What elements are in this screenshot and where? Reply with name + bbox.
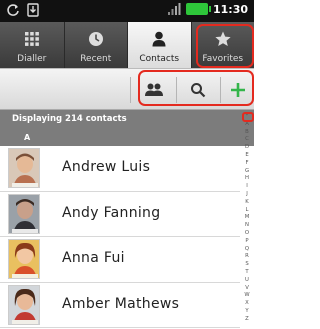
index-letter[interactable]: G: [245, 168, 249, 176]
search-button[interactable]: [178, 69, 218, 111]
contact-name: Andy Fanning: [62, 204, 161, 221]
index-letter[interactable]: D: [245, 144, 249, 152]
tab-dialler[interactable]: Dialler: [0, 22, 64, 68]
tab-label: Recent: [80, 54, 112, 64]
section-letter: A: [24, 133, 31, 142]
index-letter[interactable]: J: [246, 191, 248, 199]
tab-label: Favorites: [202, 54, 244, 64]
divider: [176, 77, 177, 103]
index-letter[interactable]: R: [245, 253, 249, 261]
clock: 11:30: [212, 2, 248, 16]
contact-name: Anna Fui: [62, 250, 125, 266]
contact-name: Andrew Luis: [62, 159, 151, 175]
index-letter[interactable]: X: [245, 300, 249, 308]
index-letter[interactable]: L: [246, 207, 249, 215]
contact-row[interactable]: Andrew Luis: [0, 146, 240, 192]
add-contact-button[interactable]: [221, 69, 254, 111]
clock-icon: [88, 32, 103, 46]
sync-icon: [7, 4, 19, 16]
contact-row[interactable]: Amber Mathews: [0, 283, 240, 328]
tab-label: Contacts: [139, 54, 180, 64]
index-letter[interactable]: A: [245, 121, 249, 129]
index-letter[interactable]: W: [244, 292, 249, 300]
index-letter[interactable]: C: [245, 136, 249, 144]
tab-label: Dialler: [17, 54, 47, 64]
tab-recent[interactable]: Recent: [63, 22, 128, 68]
index-letter[interactable]: Q: [245, 246, 249, 254]
index-letter[interactable]: N: [245, 222, 249, 230]
contact-list: Andrew Luis Andy Fanning Anna Fui Amber …: [0, 146, 240, 328]
index-letter[interactable]: F: [245, 160, 248, 168]
contact-row[interactable]: Anna Fui: [0, 237, 240, 283]
tab-bar: Dialler Recent Contacts Favorites: [0, 22, 254, 68]
download-icon: [27, 3, 39, 17]
tab-contacts[interactable]: Contacts: [127, 22, 191, 68]
avatar: [8, 193, 40, 234]
alphabet-index[interactable]: * A B C D E F G H I J K L M N O P Q R S T U V W X Y Z: [240, 110, 254, 329]
search-icon: [191, 83, 206, 98]
contact-row[interactable]: Andy Fanning: [0, 192, 240, 237]
star-icon: [215, 31, 231, 46]
index-letter[interactable]: S: [245, 261, 248, 269]
index-letter[interactable]: M: [245, 214, 250, 222]
groups-button[interactable]: [134, 69, 174, 111]
contacts-header: Displaying 214 contacts A: [0, 110, 254, 146]
index-letter[interactable]: Y: [245, 308, 248, 316]
status-bar: 11:30: [0, 0, 254, 22]
index-letter[interactable]: U: [245, 277, 249, 285]
index-letter[interactable]: *: [246, 113, 249, 121]
contact-name: Amber Mathews: [62, 295, 180, 312]
person-icon: [152, 31, 166, 47]
battery-icon: [185, 3, 211, 15]
dialpad-icon: [24, 32, 39, 46]
index-letter[interactable]: P: [245, 238, 248, 246]
tab-favorites[interactable]: Favorites: [190, 22, 255, 68]
index-letter[interactable]: T: [245, 269, 248, 277]
avatar: [8, 239, 40, 279]
signal-icon: [167, 3, 181, 15]
groups-icon: [145, 83, 163, 96]
index-letter[interactable]: K: [245, 199, 248, 207]
index-letter[interactable]: H: [245, 175, 249, 183]
index-letter[interactable]: E: [245, 152, 248, 160]
avatar: [8, 148, 40, 188]
index-letter[interactable]: I: [246, 183, 248, 191]
add-contact-icon: [230, 83, 245, 97]
index-letter[interactable]: B: [245, 129, 249, 137]
avatar: [8, 284, 40, 325]
action-bar: [0, 68, 254, 110]
divider: [130, 77, 131, 103]
index-letter[interactable]: V: [245, 285, 249, 293]
index-letter[interactable]: Z: [245, 316, 249, 324]
contacts-count: Displaying 214 contacts: [12, 114, 127, 124]
index-letter[interactable]: O: [245, 230, 249, 238]
